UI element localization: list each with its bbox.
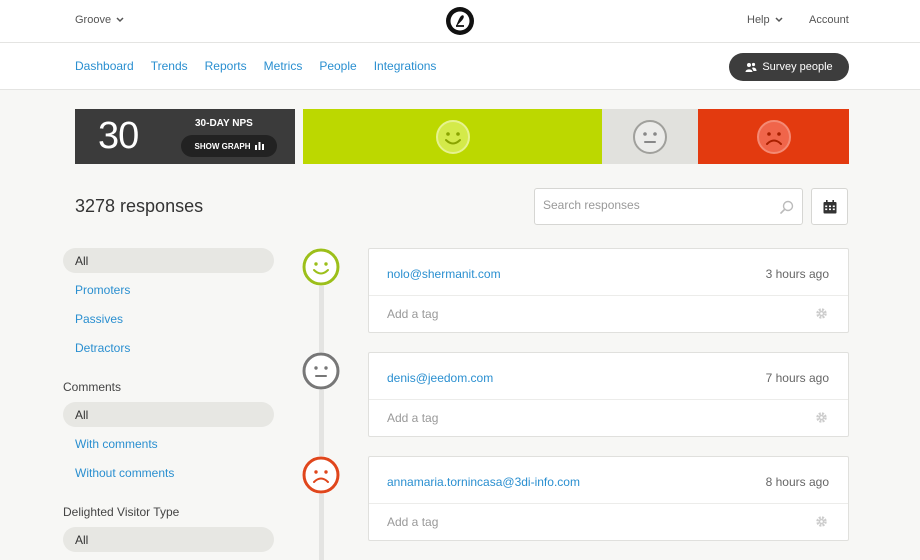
- response-email-link[interactable]: denis@jeedom.com: [387, 371, 493, 385]
- gear-icon[interactable]: [815, 307, 828, 320]
- account-link[interactable]: Account: [809, 14, 849, 26]
- comments-heading: Comments: [63, 380, 122, 394]
- help-label: Help: [747, 14, 770, 26]
- add-tag-input[interactable]: Add a tag: [387, 515, 438, 529]
- nps-score-panel: 30 30-DAY NPS SHOW GRAPH: [75, 109, 295, 164]
- response-card: denis@jeedom.com 7 hours ago Add a tag: [368, 352, 849, 437]
- bar-chart-icon: [254, 142, 264, 150]
- filter-without-comments[interactable]: Without comments: [63, 460, 274, 485]
- timeline-line: [319, 280, 324, 560]
- search-input[interactable]: [543, 198, 763, 212]
- search-box[interactable]: [534, 188, 803, 225]
- gear-icon[interactable]: [815, 515, 828, 528]
- responses-count-title: 3278 responses: [75, 196, 204, 216]
- delighted-logo-icon[interactable]: [446, 7, 474, 35]
- nav-metrics[interactable]: Metrics: [264, 59, 303, 73]
- gear-icon[interactable]: [815, 411, 828, 424]
- chevron-down-icon: [775, 17, 783, 23]
- filter-all-visitor-types[interactable]: All: [63, 527, 274, 552]
- response-card: nolo@shermanit.com 3 hours ago Add a tag: [368, 248, 849, 333]
- detractors-segment[interactable]: [698, 109, 849, 164]
- passive-face-icon: [302, 352, 340, 390]
- main-nav: Dashboard Trends Reports Metrics People …: [75, 59, 436, 73]
- date-filter-button[interactable]: [811, 188, 848, 225]
- survey-people-button[interactable]: Survey people: [729, 53, 849, 81]
- promoter-face-icon: [302, 248, 340, 286]
- nps-period-label: 30-DAY NPS: [195, 118, 253, 129]
- detractor-face-icon: [302, 456, 340, 494]
- passives-segment[interactable]: [602, 109, 698, 164]
- help-menu[interactable]: Help: [747, 14, 783, 26]
- show-graph-label: SHOW GRAPH: [194, 141, 251, 151]
- card-divider: [369, 503, 848, 504]
- nps-score-value: 30: [98, 115, 139, 157]
- filter-all-comments[interactable]: All: [63, 402, 274, 427]
- filter-passives[interactable]: Passives: [63, 306, 274, 331]
- visitor-type-heading: Delighted Visitor Type: [63, 505, 180, 519]
- response-time: 7 hours ago: [765, 371, 829, 385]
- workspace-switcher[interactable]: Groove: [75, 14, 124, 26]
- nav-bar: Dashboard Trends Reports Metrics People …: [0, 43, 920, 90]
- response-time: 8 hours ago: [765, 475, 829, 489]
- survey-people-label: Survey people: [762, 61, 833, 73]
- workspace-name: Groove: [75, 14, 112, 26]
- response-time: 3 hours ago: [765, 267, 829, 281]
- people-icon: [745, 62, 757, 72]
- search-icon[interactable]: [780, 200, 794, 214]
- filter-promoters[interactable]: Promoters: [63, 277, 274, 302]
- chevron-down-icon: [116, 17, 124, 23]
- filter-all-responses[interactable]: All: [63, 248, 274, 273]
- calendar-icon: [823, 199, 836, 213]
- response-card: annamaria.tornincasa@3di-info.com 8 hour…: [368, 456, 849, 541]
- top-bar: Groove Help Account: [0, 0, 920, 43]
- response-email-link[interactable]: nolo@shermanit.com: [387, 267, 501, 281]
- neutral-face-icon: [633, 119, 667, 154]
- response-email-link[interactable]: annamaria.tornincasa@3di-info.com: [387, 475, 580, 489]
- nav-reports[interactable]: Reports: [205, 59, 247, 73]
- nav-people[interactable]: People: [319, 59, 356, 73]
- add-tag-input[interactable]: Add a tag: [387, 307, 438, 321]
- nav-trends[interactable]: Trends: [151, 59, 188, 73]
- nav-dashboard[interactable]: Dashboard: [75, 59, 134, 73]
- filter-with-comments[interactable]: With comments: [63, 431, 274, 456]
- card-divider: [369, 399, 848, 400]
- filter-detractors[interactable]: Detractors: [63, 335, 274, 360]
- add-tag-input[interactable]: Add a tag: [387, 411, 438, 425]
- sad-face-icon: [756, 119, 791, 154]
- smile-face-icon: [435, 119, 470, 154]
- show-graph-button[interactable]: SHOW GRAPH: [181, 135, 277, 157]
- card-divider: [369, 295, 848, 296]
- promoters-segment[interactable]: [303, 109, 602, 164]
- nav-integrations[interactable]: Integrations: [374, 59, 437, 73]
